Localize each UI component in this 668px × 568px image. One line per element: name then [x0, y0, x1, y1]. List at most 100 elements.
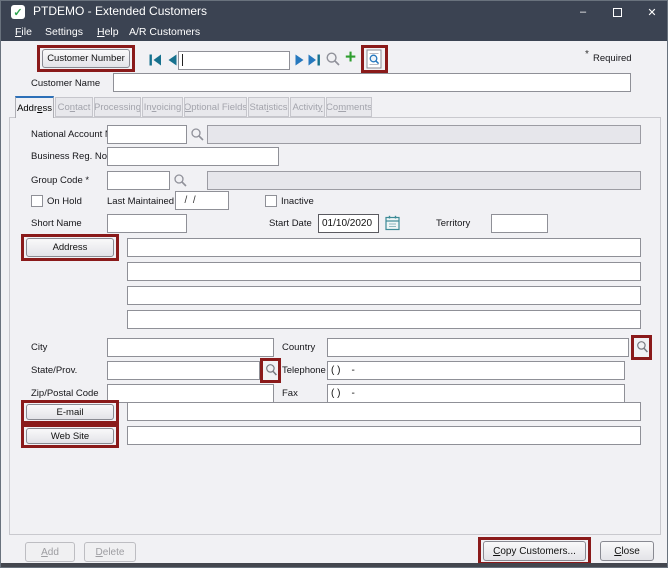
web-site-button[interactable]: Web Site: [26, 428, 114, 444]
nav-next-button[interactable]: [294, 53, 306, 67]
address-line-1-input[interactable]: [127, 238, 641, 257]
new-record-button[interactable]: +: [345, 47, 356, 69]
on-hold-checkbox[interactable]: [31, 195, 43, 207]
address-button[interactable]: Address: [26, 238, 114, 257]
telephone-label: Telephone: [282, 361, 326, 380]
copy-customers-label: Copy Customers...: [493, 546, 576, 557]
finder-button[interactable]: [325, 51, 341, 67]
search-icon: [636, 340, 649, 354]
customer-number-input[interactable]: [178, 51, 290, 70]
tab-contact[interactable]: Contact: [55, 97, 93, 117]
group-code-finder-button[interactable]: [173, 173, 188, 188]
nav-first-button[interactable]: [148, 53, 163, 67]
add-button[interactable]: Add: [25, 542, 75, 562]
country-label: Country: [282, 338, 315, 357]
tab-contact-label: Contact: [58, 102, 91, 113]
address-line-4-input[interactable]: [127, 310, 641, 329]
app-icon: ✓: [11, 5, 25, 19]
group-code-input[interactable]: [107, 171, 170, 190]
close-window-button[interactable]: ✕: [635, 1, 668, 23]
telephone-input[interactable]: ( ) -: [327, 361, 625, 380]
tab-comments[interactable]: Comments: [326, 97, 372, 117]
search-icon: [190, 127, 205, 142]
web-site-input[interactable]: [127, 426, 641, 445]
start-date-label: Start Date: [269, 214, 312, 233]
required-note: Required: [593, 49, 632, 68]
tab-address[interactable]: Address: [15, 96, 54, 118]
nav-first-icon: [148, 53, 163, 67]
address-line-2-input[interactable]: [127, 262, 641, 281]
email-button[interactable]: E-mail: [26, 404, 114, 420]
group-code-label: Group Code *: [31, 171, 89, 190]
customer-name-input[interactable]: [113, 73, 631, 92]
country-input[interactable]: [327, 338, 629, 357]
customer-number-button[interactable]: Customer Number: [42, 49, 130, 68]
tab-processing[interactable]: Processing: [94, 97, 141, 117]
fax-label: Fax: [282, 384, 298, 403]
zip-postal-label: Zip/Postal Code: [31, 384, 99, 403]
minimize-icon: –: [580, 6, 586, 18]
address-line-3-input[interactable]: [127, 286, 641, 305]
nav-next-icon: [294, 53, 306, 67]
delete-button[interactable]: Delete: [84, 542, 136, 562]
title-bar: ✓ PTDEMO - Extended Customers – ✕: [1, 1, 667, 23]
tab-activity[interactable]: Activity: [290, 97, 325, 117]
national-account-input[interactable]: [107, 125, 187, 144]
maximize-button[interactable]: [601, 1, 633, 23]
menu-ar-customers[interactable]: A/R Customers: [129, 24, 200, 40]
short-name-input[interactable]: [107, 214, 187, 233]
minimize-button[interactable]: –: [567, 1, 599, 23]
menu-file-label: File: [15, 26, 32, 38]
national-account-name-display: [207, 125, 641, 144]
window-title: PTDEMO - Extended Customers: [33, 4, 207, 18]
tab-optional-fields-label: Optional Fields: [184, 102, 247, 113]
country-finder-button[interactable]: [636, 340, 649, 354]
tab-invoicing-label: Invoicing: [144, 102, 182, 113]
web-site-button-label: Web Site: [51, 431, 89, 442]
state-prov-finder-button[interactable]: [265, 363, 278, 377]
close-button[interactable]: Close: [600, 541, 654, 561]
window-bottom-edge: [1, 563, 667, 568]
tab-optional-fields[interactable]: Optional Fields: [184, 97, 247, 117]
email-input[interactable]: [127, 402, 641, 421]
copy-customers-button[interactable]: Copy Customers...: [483, 541, 586, 561]
calendar-button[interactable]: [385, 215, 400, 231]
nav-previous-icon: [166, 53, 178, 67]
tab-comments-label: Comments: [326, 102, 372, 113]
business-reg-input[interactable]: [107, 147, 279, 166]
nav-last-button[interactable]: [307, 53, 322, 67]
menu-file[interactable]: File: [15, 24, 32, 40]
document-magnifier-icon: [366, 49, 383, 69]
last-maintained-display: / /: [175, 191, 229, 210]
menu-help[interactable]: Help: [97, 24, 119, 40]
menu-bar: File Settings Help A/R Customers: [1, 23, 667, 41]
app-window: ✓ PTDEMO - Extended Customers – ✕ File S…: [0, 0, 668, 568]
zip-postal-input[interactable]: [107, 384, 274, 403]
tab-processing-label: Processing: [94, 102, 141, 113]
national-account-finder-button[interactable]: [190, 127, 205, 142]
short-name-label: Short Name: [31, 214, 82, 233]
group-code-description-display: [207, 171, 641, 190]
nav-previous-button[interactable]: [166, 53, 178, 67]
inactive-label: Inactive: [281, 192, 314, 211]
tab-activity-label: Activity: [292, 102, 322, 113]
menu-settings[interactable]: Settings: [45, 24, 83, 40]
territory-label: Territory: [436, 214, 470, 233]
last-maintained-label: Last Maintained: [107, 192, 174, 211]
fax-input[interactable]: ( ) -: [327, 384, 625, 403]
tab-invoicing[interactable]: Invoicing: [142, 97, 183, 117]
state-prov-input[interactable]: [107, 361, 260, 380]
city-input[interactable]: [107, 338, 274, 357]
text-caret: [182, 54, 183, 66]
inactive-checkbox[interactable]: [265, 195, 277, 207]
territory-input[interactable]: [491, 214, 548, 233]
drilldown-new-button[interactable]: [366, 49, 383, 69]
tab-statistics[interactable]: Statistics: [248, 97, 289, 117]
address-button-label: Address: [53, 242, 88, 253]
tab-address-label: Address: [17, 103, 52, 114]
customer-number-label: Customer Number: [47, 53, 125, 64]
nav-last-icon: [307, 53, 322, 67]
search-icon: [265, 363, 278, 377]
start-date-input[interactable]: 01/10/2020: [318, 214, 379, 233]
maximize-icon: [613, 8, 622, 17]
